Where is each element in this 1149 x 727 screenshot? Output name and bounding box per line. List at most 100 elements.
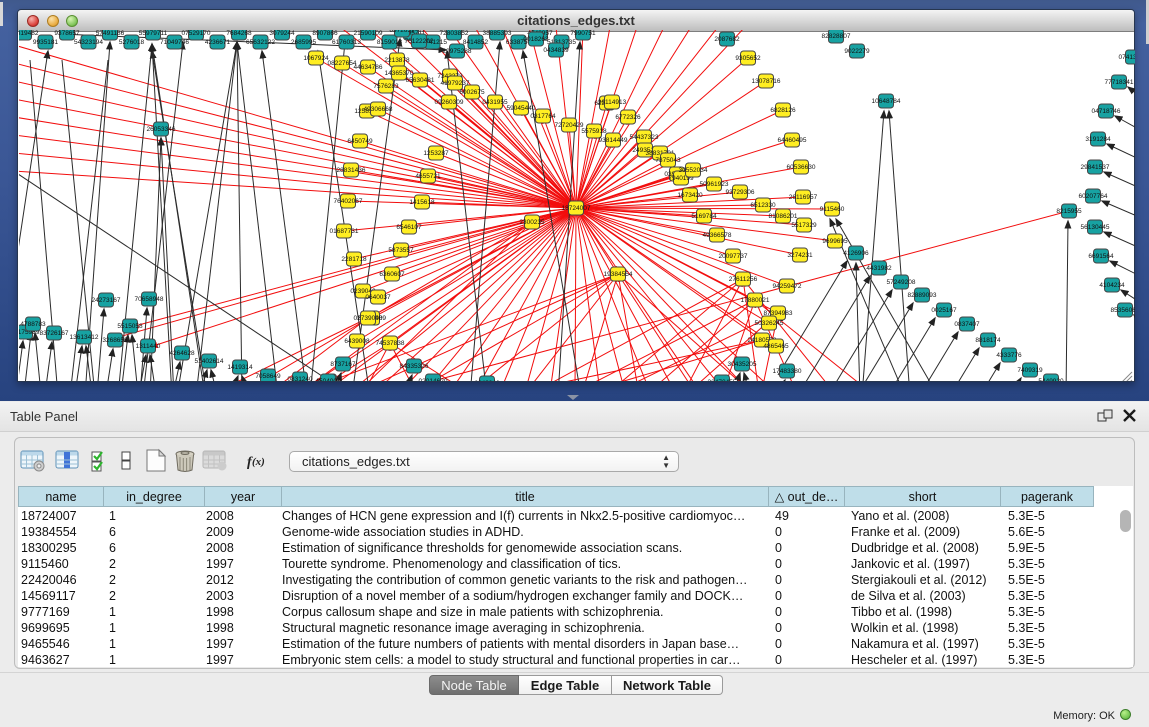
svg-text:51402614: 51402614 [195, 358, 224, 365]
svg-text:6512330: 6512330 [750, 202, 776, 209]
svg-text:0831240: 0831240 [287, 376, 313, 381]
svg-text:76402067: 76402067 [334, 198, 363, 205]
svg-text:59045440: 59045440 [507, 105, 536, 112]
svg-text:29841537: 29841537 [1081, 164, 1110, 171]
svg-text:6450749: 6450749 [347, 138, 373, 145]
svg-text:9699695: 9699695 [822, 238, 848, 245]
svg-text:65630481: 65630481 [406, 77, 435, 84]
svg-text:6372651: 6372651 [389, 30, 415, 34]
svg-text:49306668: 49306668 [364, 106, 393, 113]
svg-text:1067924: 1067924 [303, 55, 329, 62]
svg-text:26114913: 26114913 [598, 99, 627, 106]
svg-text:70658948: 70658948 [135, 296, 164, 303]
svg-text:28831436: 28831436 [337, 167, 366, 174]
svg-text:4504000: 4504000 [315, 378, 341, 381]
svg-text:38885393: 38885393 [483, 30, 512, 37]
svg-text:65632122: 65632122 [246, 39, 275, 46]
svg-text:5575918: 5575918 [581, 128, 607, 135]
svg-text:6002675: 6002675 [459, 89, 485, 96]
svg-text:02014620: 02014620 [419, 378, 448, 381]
svg-text:4236671: 4236671 [205, 39, 231, 46]
svg-text:18724007: 18724007 [562, 205, 591, 212]
svg-text:5276018: 5276018 [119, 39, 145, 46]
svg-text:0025167: 0025167 [931, 307, 957, 314]
svg-text:07413748: 07413748 [1119, 54, 1135, 61]
svg-text:5449920: 5449920 [1038, 378, 1064, 381]
svg-text:6439008: 6439008 [344, 338, 370, 345]
svg-text:(x): (x) [252, 456, 265, 468]
svg-text:2213878: 2213878 [384, 57, 410, 64]
svg-text:49366578: 49366578 [703, 232, 732, 239]
svg-text:93814449: 93814449 [599, 137, 628, 144]
svg-text:4333776: 4333776 [996, 352, 1022, 359]
svg-text:7684268: 7684268 [226, 30, 252, 37]
svg-text:08227654: 08227654 [328, 60, 357, 67]
svg-text:84335326: 84335326 [400, 363, 429, 370]
svg-text:1253287: 1253287 [423, 150, 449, 157]
svg-text:55979711: 55979711 [139, 30, 168, 37]
svg-text:3274231: 3274231 [787, 252, 813, 259]
svg-text:8414852: 8414852 [463, 39, 489, 46]
svg-text:4264628: 4264628 [169, 350, 195, 357]
svg-text:7058649: 7058649 [255, 373, 281, 380]
svg-text:2300235: 2300235 [519, 219, 545, 226]
svg-text:6849340: 6849340 [474, 380, 500, 381]
svg-text:54437323: 54437323 [630, 134, 659, 141]
svg-text:1415618: 1415618 [409, 199, 435, 206]
svg-text:30552034: 30552034 [679, 167, 708, 174]
svg-text:13078716: 13078716 [752, 78, 781, 85]
svg-text:94259472: 94259472 [773, 283, 802, 290]
svg-text:17880021: 17880021 [741, 297, 770, 304]
svg-text:4788783: 4788783 [20, 321, 46, 328]
svg-text:6772326: 6772326 [615, 114, 641, 121]
svg-text:1419314: 1419314 [227, 364, 253, 371]
svg-text:85356068: 85356068 [1111, 307, 1135, 314]
svg-text:2281718: 2281718 [341, 256, 367, 263]
svg-text:5517329: 5517329 [791, 222, 817, 229]
svg-text:57249208: 57249208 [887, 279, 916, 286]
svg-text:02739000: 02739000 [354, 315, 383, 322]
svg-text:0434839: 0434839 [543, 47, 569, 54]
svg-text:0640037: 0640037 [365, 294, 391, 301]
svg-text:21590109: 21590109 [354, 30, 383, 37]
svg-text:8737167: 8737167 [330, 361, 356, 368]
svg-text:9378657: 9378657 [54, 30, 80, 37]
svg-text:72720429: 72720429 [555, 122, 584, 129]
svg-text:76122202: 76122202 [405, 38, 434, 45]
svg-text:4655721: 4655721 [415, 173, 441, 180]
svg-text:82828807: 82828807 [822, 33, 851, 40]
svg-text:61760313: 61760313 [332, 39, 361, 46]
svg-text:71049746: 71049746 [160, 39, 189, 46]
svg-text:07529170: 07529170 [182, 30, 211, 37]
svg-text:64460495: 64460495 [778, 137, 807, 144]
svg-text:77718341: 77718341 [1105, 79, 1134, 86]
svg-text:6360607: 6360607 [379, 271, 405, 278]
svg-text:4431982: 4431982 [866, 265, 892, 272]
svg-text:82889093: 82889093 [908, 292, 937, 299]
svg-text:26053346: 26053346 [147, 126, 176, 133]
svg-text:3079244: 3079244 [269, 30, 295, 37]
svg-text:62819482: 62819482 [19, 30, 39, 37]
svg-text:8159013: 8159013 [377, 39, 403, 46]
svg-text:7375043: 7375043 [655, 157, 681, 164]
svg-text:5873557: 5873557 [388, 247, 414, 254]
svg-text:09260309: 09260309 [435, 99, 464, 106]
svg-text:9115460: 9115460 [820, 206, 845, 213]
svg-text:7990751: 7990751 [570, 30, 596, 37]
svg-text:19384554: 19384554 [604, 271, 633, 278]
svg-text:22470455: 22470455 [708, 379, 737, 381]
svg-text:81086201: 81086201 [769, 213, 798, 220]
svg-text:26116957: 26116957 [789, 194, 818, 201]
svg-text:83726167: 83726167 [40, 330, 69, 337]
svg-text:0018263: 0018263 [523, 36, 549, 43]
svg-text:7409319: 7409319 [1017, 367, 1043, 374]
svg-text:1673420: 1673420 [677, 192, 703, 199]
svg-text:13613412: 13613412 [70, 334, 99, 341]
svg-text:44634786: 44634786 [354, 64, 383, 71]
svg-text:0317764: 0317764 [530, 113, 556, 120]
svg-text:2685995: 2685995 [291, 39, 317, 46]
svg-text:20097737: 20097737 [719, 253, 748, 260]
svg-text:9935181: 9935181 [33, 39, 59, 46]
svg-text:8818174: 8818174 [975, 337, 1001, 344]
svg-text:17483380: 17483380 [773, 368, 802, 375]
